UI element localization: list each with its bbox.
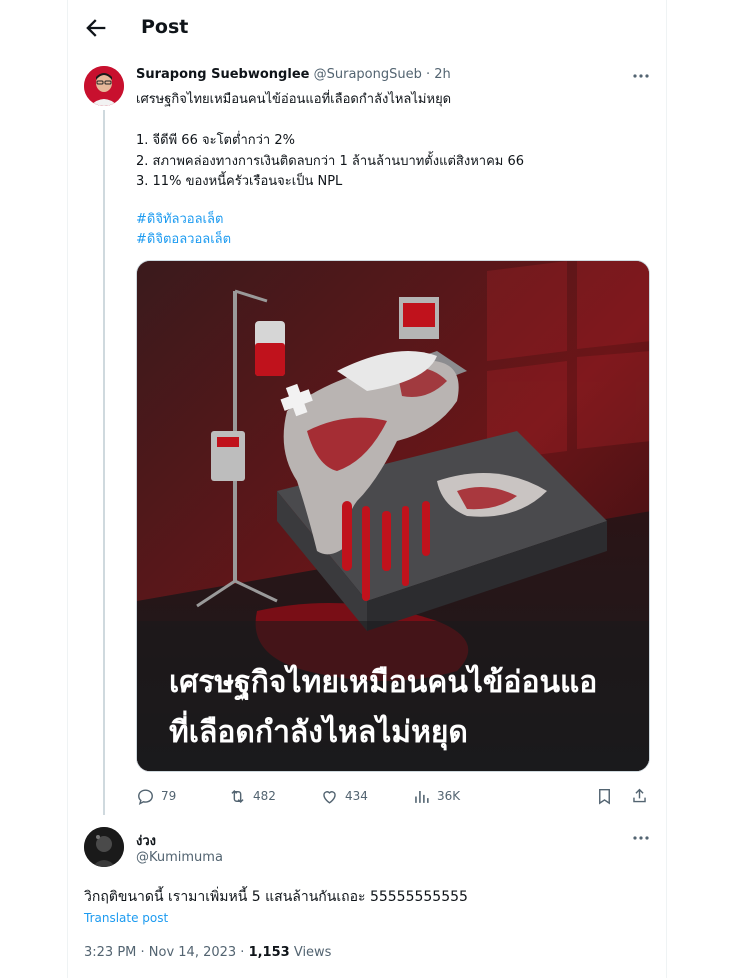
image-caption-line: ที่เลือดกำลังไหลไม่หยุด	[169, 715, 468, 750]
post-timestamp[interactable]: 3:23 PM · Nov 14, 2023 ·	[84, 945, 249, 960]
author-name[interactable]: Surapong Suebwonglee	[136, 67, 309, 82]
reply-author-name[interactable]: ง่วง	[136, 830, 156, 851]
image-caption-line: เศรษฐกิจไทยเหมือนคนไข้อ่อนแอ	[169, 665, 598, 700]
like-icon	[323, 790, 336, 804]
views-icon	[415, 790, 429, 803]
more-icon[interactable]	[631, 69, 651, 83]
avatar[interactable]	[84, 66, 124, 106]
avatar[interactable]	[84, 827, 124, 867]
repost-icon	[231, 789, 244, 803]
more-icon[interactable]	[631, 831, 651, 845]
tweet-author[interactable]: Surapong Suebwonglee @SurapongSueb · 2h	[136, 67, 451, 82]
share-icon[interactable]	[630, 784, 649, 808]
author-handle[interactable]: @SurapongSueb	[314, 67, 422, 82]
reply-text: วิกฤติขนาดนี้ เรามาเพิ่มหนี้ 5 แสนล้านกั…	[84, 889, 468, 905]
views-label: Views	[289, 945, 332, 960]
header: Post	[68, 0, 668, 56]
views-total: 1,153	[248, 945, 290, 960]
hashtag-link[interactable]: #ดิจิตอลวอลเล็ต	[136, 228, 231, 249]
translate-link[interactable]: Translate post	[84, 911, 168, 925]
reply-count: 79	[161, 789, 177, 803]
like-count: 434	[345, 789, 368, 803]
tweet-text: เศรษฐกิจไทยเหมือนคนไข้อ่อนแอที่เลือดกำลั…	[136, 92, 525, 189]
post-meta: 3:23 PM · Nov 14, 2023 · 1,153 Views	[84, 945, 331, 960]
repost-button[interactable]: 482	[228, 784, 276, 808]
main-column: Post Surapong Suebwonglee @SurapongSueb …	[67, 0, 667, 978]
thread-line	[103, 110, 105, 815]
views-button[interactable]: 36K	[412, 784, 460, 808]
reply-button[interactable]: 79	[136, 784, 176, 808]
page-title: Post	[141, 16, 189, 38]
hashtag-link[interactable]: #ดิจิทัลวอลเล็ต	[136, 208, 223, 229]
tweet-time[interactable]: · 2h	[426, 67, 451, 82]
repost-count: 482	[253, 789, 276, 803]
tweet-actions: 79 482 434 36K	[136, 784, 650, 808]
back-arrow-icon[interactable]	[82, 14, 110, 42]
reply-icon	[138, 788, 153, 805]
like-button[interactable]: 434	[320, 784, 368, 808]
reply-author-handle[interactable]: @Kumimuma	[136, 850, 223, 865]
views-count: 36K	[437, 789, 461, 803]
bookmark-icon[interactable]	[595, 784, 614, 808]
tweet-image[interactable]: เศรษฐกิจไทยเหมือนคนไข้อ่อนแอ ที่เลือดกำล…	[136, 260, 650, 772]
